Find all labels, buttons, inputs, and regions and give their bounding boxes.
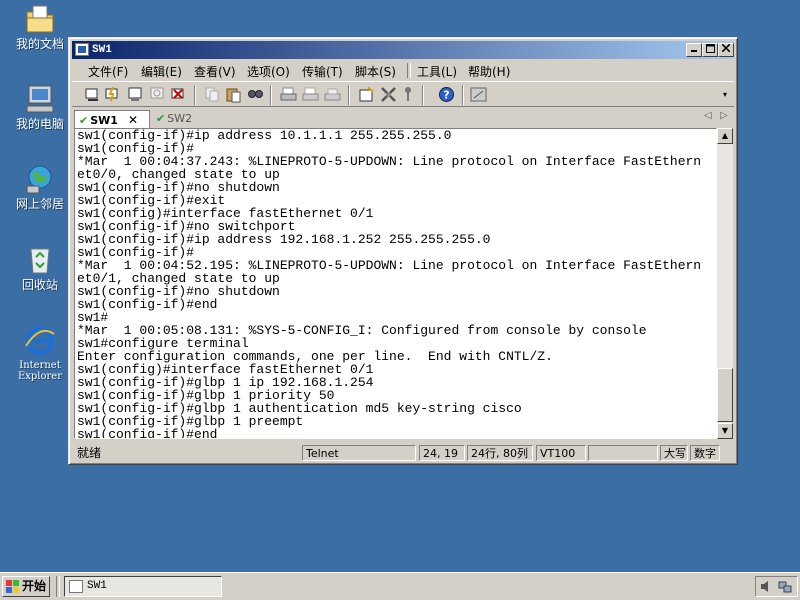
network-places-icon [26, 165, 52, 194]
menu-script[interactable]: 脚本(S) [355, 63, 396, 80]
taskbar: 开始 SW1 [0, 572, 800, 600]
minimize-button[interactable] [686, 43, 702, 57]
status-cursor: 24, 19 [419, 445, 465, 461]
menu-edit[interactable]: 编辑(E) [141, 63, 182, 80]
session-options-icon[interactable] [358, 86, 375, 103]
help-icon[interactable]: ? [438, 86, 455, 103]
tab-sw2[interactable]: ✔ SW2 [152, 110, 212, 128]
terminal-line: sw1(config-if)#end [77, 297, 218, 312]
vertical-scrollbar[interactable]: ▲ ▼ [717, 128, 733, 439]
terminal-output[interactable]: sw1(config-if)#ip address 10.1.1.1 255.2… [74, 128, 717, 439]
internet-explorer-icon [25, 326, 55, 356]
status-bar: 就绪 Telnet 24, 19 24行, 80列 VT100 大写 数字 [72, 443, 734, 463]
network-status-icon[interactable] [778, 579, 793, 594]
minimize-icon [691, 50, 697, 52]
maximize-button[interactable] [702, 43, 718, 57]
menu-bar: 文件(F) 编辑(E) 查看(V) 选项(O) 传输(T) 脚本(S) 工具(L… [72, 60, 734, 80]
tab-scroll-left-icon[interactable]: ◁ [704, 110, 712, 121]
my-computer-icon [26, 85, 54, 113]
scroll-up-button[interactable]: ▲ [717, 128, 733, 144]
close-icon [721, 43, 731, 53]
scroll-down-button[interactable]: ▼ [717, 423, 733, 439]
menu-options[interactable]: 选项(O) [247, 63, 290, 80]
window-title: SW1 [92, 44, 112, 56]
status-ready: 就绪 [77, 446, 102, 460]
quick-connect-icon[interactable] [104, 86, 121, 103]
paste-icon[interactable] [225, 86, 242, 103]
svg-text:?: ? [443, 89, 449, 102]
tab-scroll-right-icon[interactable]: ▷ [720, 110, 728, 121]
windows-logo-icon [6, 580, 19, 593]
connect-in-tab-icon[interactable] [127, 86, 144, 103]
tab-close-icon[interactable]: ✕ [128, 113, 138, 127]
recycle-bin-icon [30, 248, 50, 274]
securecrt-window: SW1 文件(F) 编辑(E) 查看(V) 选项(O) 传输(T) 脚本(S) … [68, 37, 738, 465]
title-bar[interactable]: SW1 [72, 41, 734, 59]
copy-icon[interactable] [204, 86, 221, 103]
connect-icon[interactable] [84, 86, 101, 103]
status-num: 数字 [690, 445, 720, 461]
app-icon [69, 580, 83, 593]
menu-separator [407, 63, 411, 78]
status-size: 24行, 80列 [467, 445, 533, 461]
print-icon[interactable] [280, 86, 297, 103]
start-label: 开始 [22, 579, 47, 593]
toolbar: ? ▾ [72, 81, 734, 107]
status-extra [588, 445, 658, 461]
reconnect-icon[interactable] [149, 86, 166, 103]
key-icon[interactable] [400, 86, 417, 103]
toolbar-separator [270, 85, 272, 105]
tab-bar: ✔ SW1 ✕ ✔ SW2 ◁ ▷ [72, 108, 734, 128]
toolbar-separator [462, 85, 464, 105]
menu-help[interactable]: 帮助(H) [468, 63, 510, 80]
system-tray [755, 576, 798, 597]
scroll-thumb[interactable] [717, 368, 733, 422]
toolbar-separator [348, 85, 350, 105]
tab-label: SW2 [167, 112, 193, 125]
taskbar-item-sw1[interactable]: SW1 [64, 576, 222, 597]
volume-icon[interactable] [759, 579, 774, 594]
my-documents-icon [26, 5, 54, 33]
toolbar-overflow-icon[interactable]: ▾ [723, 90, 727, 99]
taskbar-item-label: SW1 [87, 580, 107, 592]
start-button[interactable]: 开始 [2, 576, 50, 597]
tab-sw1[interactable]: ✔ SW1 ✕ [74, 110, 150, 128]
print-setup-icon[interactable] [324, 86, 341, 103]
map-keys-icon[interactable] [470, 86, 487, 103]
tab-label: SW1 [90, 114, 118, 127]
menu-transfer[interactable]: 传输(T) [302, 63, 343, 80]
terminal-line: sw1(config-if)#end [77, 427, 218, 439]
taskbar-separator [56, 576, 60, 597]
print-selection-icon[interactable] [302, 86, 319, 103]
toolbar-separator [422, 85, 424, 105]
menu-view[interactable]: 查看(V) [194, 63, 236, 80]
toolbar-separator [194, 85, 196, 105]
menu-tools[interactable]: 工具(L) [417, 63, 457, 80]
status-protocol: Telnet [302, 445, 416, 461]
menu-file[interactable]: 文件(F) [88, 63, 128, 80]
disconnect-icon[interactable] [170, 86, 187, 103]
connected-check-icon: ✔ [156, 112, 166, 125]
app-icon [75, 43, 89, 56]
global-options-icon[interactable] [380, 86, 397, 103]
close-button[interactable] [718, 43, 734, 57]
find-icon[interactable] [247, 86, 264, 103]
status-emulation: VT100 [536, 445, 586, 461]
maximize-icon [705, 44, 715, 53]
connected-check-icon: ✔ [79, 114, 89, 127]
status-caps: 大写 [660, 445, 688, 461]
